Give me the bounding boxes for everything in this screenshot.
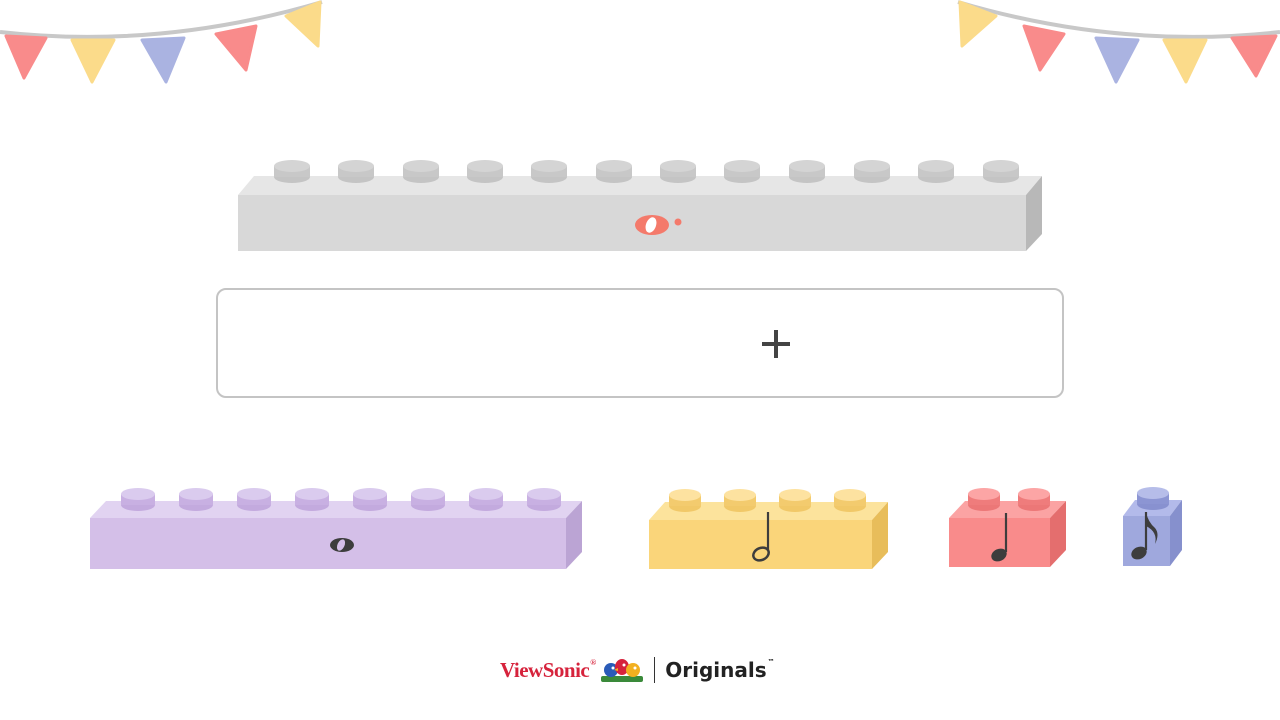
pennant [1094,36,1140,84]
whole-note-icon [330,538,354,552]
birds-mascot-icon [600,659,643,682]
pennant [70,38,116,84]
pennant [1230,34,1278,78]
bunting-right [957,0,1280,84]
brick-yellow-half-note[interactable] [648,486,890,572]
brand-name: ViewSonic [500,657,590,682]
stud-row [1137,487,1169,510]
pennant [140,36,186,84]
target-brick [238,160,1042,251]
footer-divider [653,657,656,683]
pennant [1162,38,1208,84]
brick-red-quarter-note[interactable] [948,486,1068,570]
registered-mark: ® [590,657,596,667]
pennant [4,34,48,80]
answer-drop-zone[interactable] [216,288,1064,398]
viewsonic-wordmark: ViewSonic® [500,658,596,683]
brick-purple-whole-note[interactable] [88,484,584,572]
plus-icon[interactable] [760,327,792,359]
originals-wordmark: Originals™ [665,658,774,682]
pennant [1022,24,1066,72]
footer-logo: ViewSonic® Originals™ [500,654,775,686]
originals-label: Originals [665,658,767,682]
pennant [958,0,998,48]
brick-blue-eighth-note[interactable] [1122,486,1184,570]
bunting-left [0,0,323,84]
trademark: ™ [767,658,775,666]
pennant [214,24,258,72]
